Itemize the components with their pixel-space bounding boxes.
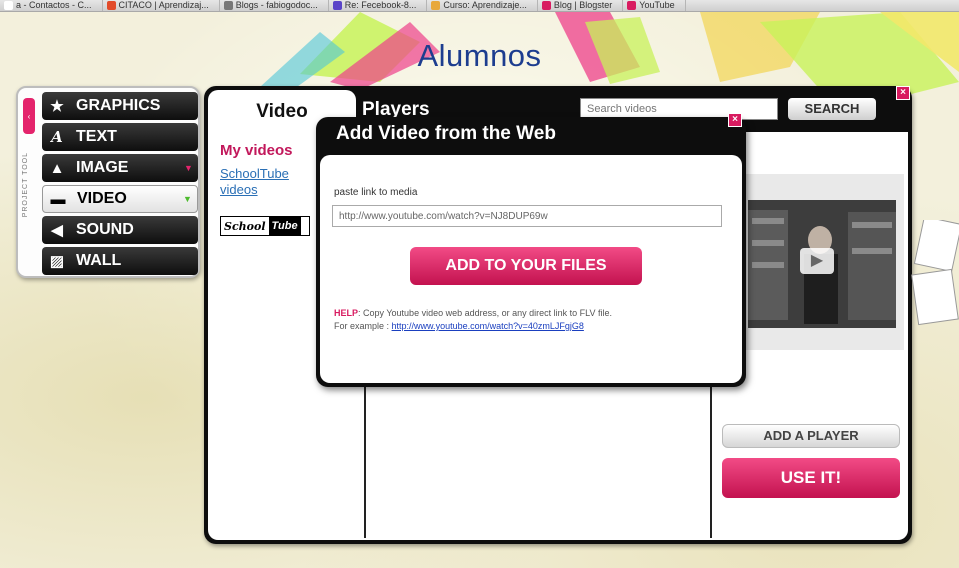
browser-tab[interactable]: Blogs - fabiogodoc... [220, 0, 329, 11]
media-link-label: paste link to media [334, 187, 418, 198]
tool-panel: ‹ PROJECT TOOL ★ GRAPHICS A TEXT ▲ IMAGE… [16, 86, 200, 278]
tool-panel-side-label: PROJECT TOOL [22, 152, 29, 218]
favicon-icon [431, 1, 441, 10]
browser-tab[interactable]: Re: Fecebook-8... [329, 0, 428, 11]
tool-panel-handle[interactable]: ‹ PROJECT TOOL [20, 92, 38, 274]
video-camera-icon: ▬ [50, 190, 66, 208]
help-description: : Copy Youtube video web address, or any… [358, 308, 612, 318]
expand-arrow-icon: ▼ [184, 163, 193, 173]
browser-tab[interactable]: Blog | Blogster [538, 0, 624, 11]
browser-bookmark-bar: a - Contactos - C... CITACO | Aprendizaj… [0, 0, 959, 12]
dialog-title: Add Video from the Web [336, 123, 556, 144]
tool-graphics[interactable]: ★ GRAPHICS [42, 92, 198, 120]
star-icon: ★ [50, 98, 64, 115]
tool-text[interactable]: A TEXT [42, 123, 198, 151]
browser-tab[interactable]: Curso: Aprendizaje... [427, 0, 538, 11]
side-decoration [911, 220, 959, 326]
wall-icon: ▨ [49, 253, 65, 270]
tool-image[interactable]: ▲ IMAGE ▼ [42, 154, 198, 182]
browser-tab[interactable]: CITACO | Aprendizaj... [103, 0, 220, 11]
schooltube-logo[interactable]: School Tube [220, 216, 310, 236]
browser-tab[interactable]: a - Contactos - C... [0, 0, 103, 11]
favicon-icon [106, 1, 116, 10]
help-key: HELP [334, 308, 359, 318]
logo-school-text: School [224, 219, 266, 233]
speaker-icon: ◀ [51, 222, 63, 239]
favicon-icon [223, 1, 233, 10]
favicon-icon [541, 1, 551, 10]
use-it-button[interactable]: USE IT! [722, 458, 900, 498]
example-label: For example : [334, 321, 390, 331]
my-videos-link[interactable]: My videos [220, 142, 293, 159]
example-link[interactable]: http://www.youtube.com/watch?v=40zmLJFgj… [392, 321, 584, 331]
close-icon[interactable]: × [728, 113, 742, 127]
tool-sound[interactable]: ◀ SOUND [42, 216, 198, 244]
browser-tab[interactable]: YouTube [623, 0, 686, 11]
collapse-arrow-icon[interactable]: ‹ [23, 98, 35, 134]
favicon-icon [332, 1, 342, 10]
favicon-icon [627, 1, 637, 10]
play-icon[interactable]: ▶ [800, 248, 834, 274]
media-link-input[interactable] [332, 205, 722, 227]
close-icon[interactable]: × [896, 86, 910, 100]
text-icon: A [51, 128, 63, 146]
tool-wall[interactable]: ▨ WALL [42, 247, 198, 275]
schooltube-videos-link[interactable]: SchoolTube videos [220, 166, 310, 198]
video-thumbnail[interactable]: ▶ [748, 200, 896, 328]
add-to-files-button[interactable]: ADD TO YOUR FILES [410, 247, 642, 285]
player-preview: ▶ [744, 174, 904, 350]
page-title: Alumnos [417, 38, 542, 73]
expand-arrow-icon: ▼ [183, 194, 192, 204]
dialog-body: paste link to media ADD TO YOUR FILES HE… [320, 155, 742, 383]
search-button[interactable]: SEARCH [788, 98, 876, 120]
logo-tube-text: Tube [268, 217, 301, 235]
image-icon: ▲ [49, 159, 65, 177]
add-player-button[interactable]: ADD A PLAYER [722, 424, 900, 448]
help-text: HELP: Copy Youtube video web address, or… [334, 307, 612, 333]
tool-video[interactable]: ▬ VIDEO ▼ [42, 185, 198, 213]
add-video-dialog: Add Video from the Web × paste link to m… [316, 113, 746, 387]
favicon-icon [4, 1, 13, 10]
